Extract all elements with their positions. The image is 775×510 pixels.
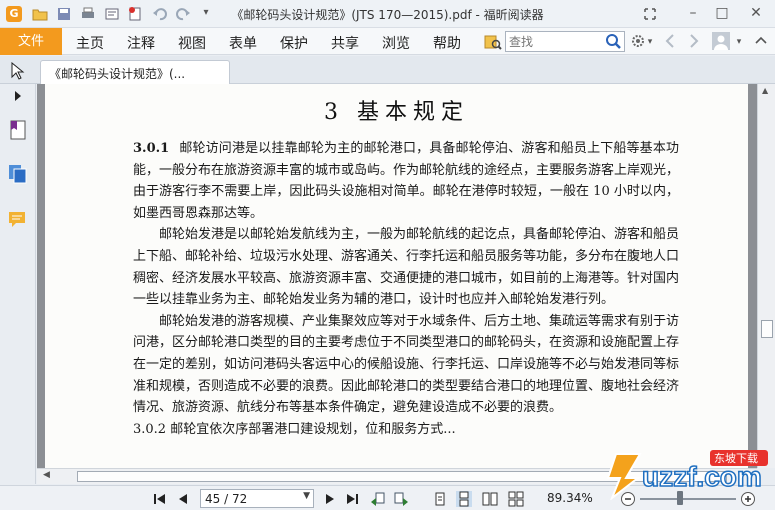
menu-bar: 文件 主页 注释 视图 表单 保护 共享 浏览 帮助 ▾ ▾	[0, 28, 775, 55]
document-viewport[interactable]: 3 基本规定 3.0.1 邮轮访问港是以挂靠邮轮为主的邮轮港口，具备邮轮停泊、游客…	[37, 84, 757, 468]
page-body: 3.0.1 邮轮访问港是以挂靠邮轮为主的邮轮港口，具备邮轮停泊、游客和船员上下船等…	[133, 138, 679, 440]
user-avatar-icon[interactable]	[712, 32, 730, 50]
go-back-icon[interactable]	[370, 491, 386, 507]
search-input[interactable]	[509, 33, 605, 50]
find-tool-icon[interactable]	[484, 33, 502, 51]
settings-dropdown[interactable]: ▾	[645, 33, 655, 51]
continuous-view-icon[interactable]	[456, 491, 472, 507]
next-view-icon[interactable]	[688, 34, 700, 48]
paragraph-2: 邮轮始发港是以邮轮始发航线为主，一般为邮轮航线的起讫点，具备邮轮停泊、游客和船员…	[133, 227, 680, 308]
single-page-view-icon[interactable]	[432, 491, 448, 507]
go-forward-icon[interactable]	[393, 491, 409, 507]
vertical-scroll-thumb[interactable]	[761, 320, 773, 338]
app-logo-icon[interactable]: G	[6, 6, 22, 22]
search-icon[interactable]	[605, 33, 622, 50]
previous-view-icon[interactable]	[664, 34, 676, 48]
settings-gear-icon[interactable]	[630, 33, 646, 49]
collapse-ribbon-icon[interactable]	[754, 34, 768, 48]
page-number-value: 45 / 72	[205, 492, 248, 506]
app-window: G ▾ 《邮轮码头设计规范》(JTS 170—2015).pdf - 福昕阅读器…	[0, 0, 775, 510]
scroll-left-arrow[interactable]: ◀	[43, 470, 50, 480]
comments-panel-icon[interactable]	[8, 210, 28, 230]
title-bar: G ▾ 《邮轮码头设计规范》(JTS 170—2015).pdf - 福昕阅读器…	[0, 0, 775, 28]
site-watermark-logo: uzzf.com 东坡下载	[606, 450, 768, 500]
menu-home[interactable]: 主页	[76, 33, 104, 53]
print-icon[interactable]	[80, 6, 96, 22]
zoom-level[interactable]: 89.34%	[547, 491, 593, 505]
new-document-icon[interactable]	[127, 6, 143, 22]
document-tab[interactable]: 《邮轮码头设计规范》(...	[40, 60, 230, 84]
minimize-button[interactable]: –	[682, 4, 704, 22]
user-dropdown[interactable]: ▾	[733, 33, 745, 51]
last-page-icon[interactable]	[344, 491, 360, 507]
menu-browse[interactable]: 浏览	[382, 33, 410, 53]
first-page-icon[interactable]	[152, 491, 168, 507]
facing-view-icon[interactable]	[482, 491, 498, 507]
open-folder-icon[interactable]	[32, 6, 48, 22]
save-icon[interactable]	[56, 6, 72, 22]
paragraph-4-partial: 3.0.2 邮轮宜依次序部署港口建设规划，位和服务方式...	[133, 421, 456, 437]
menu-comment[interactable]: 注释	[127, 33, 155, 53]
bookmark-panel-icon[interactable]	[8, 120, 28, 140]
section-number: 3.0.1	[133, 141, 170, 156]
vertical-scrollbar[interactable]: ▲ ▼	[757, 84, 775, 468]
redo-icon[interactable]	[175, 6, 191, 22]
quick-access-dropdown[interactable]: ▾	[195, 4, 217, 22]
maximize-button[interactable]: □	[711, 4, 733, 22]
close-button[interactable]: ✕	[745, 4, 767, 22]
pages-panel-icon[interactable]	[8, 164, 28, 184]
watermark-badge: 东坡下载	[714, 452, 758, 465]
paragraph-3: 邮轮始发港的游客规模、产业集聚效应等对于水域条件、后方土地、集疏运等需求有别于访…	[133, 313, 680, 416]
menu-form[interactable]: 表单	[229, 33, 257, 53]
page-number-field[interactable]: 45 / 72 ▼	[200, 489, 314, 508]
paragraph-1: 邮轮访问港是以挂靠邮轮为主的邮轮港口，具备邮轮停泊、游客和船员上下船等基本功能，…	[133, 141, 680, 221]
pdf-page: 3 基本规定 3.0.1 邮轮访问港是以挂靠邮轮为主的邮轮港口，具备邮轮停泊、游客…	[45, 84, 748, 468]
page-dropdown-icon[interactable]: ▼	[303, 491, 310, 501]
undo-icon[interactable]	[152, 6, 168, 22]
menu-help[interactable]: 帮助	[433, 33, 461, 53]
expand-panel-icon[interactable]	[12, 90, 24, 102]
chapter-heading: 3 基本规定	[324, 100, 469, 125]
menu-share[interactable]: 共享	[331, 33, 359, 53]
fullscreen-icon[interactable]	[642, 6, 658, 22]
menu-view[interactable]: 视图	[178, 33, 206, 53]
search-field[interactable]	[505, 31, 625, 52]
properties-icon[interactable]	[104, 6, 120, 22]
next-page-icon[interactable]	[322, 491, 338, 507]
menu-protect[interactable]: 保护	[280, 33, 308, 53]
previous-page-icon[interactable]	[175, 491, 191, 507]
scroll-up-arrow[interactable]: ▲	[762, 86, 768, 95]
select-cursor-icon[interactable]	[11, 62, 25, 80]
left-sidebar	[0, 84, 36, 484]
tab-row: 《邮轮码头设计规范》(...	[0, 56, 775, 84]
file-menu-button[interactable]: 文件	[0, 28, 62, 55]
continuous-facing-view-icon[interactable]	[508, 491, 524, 507]
